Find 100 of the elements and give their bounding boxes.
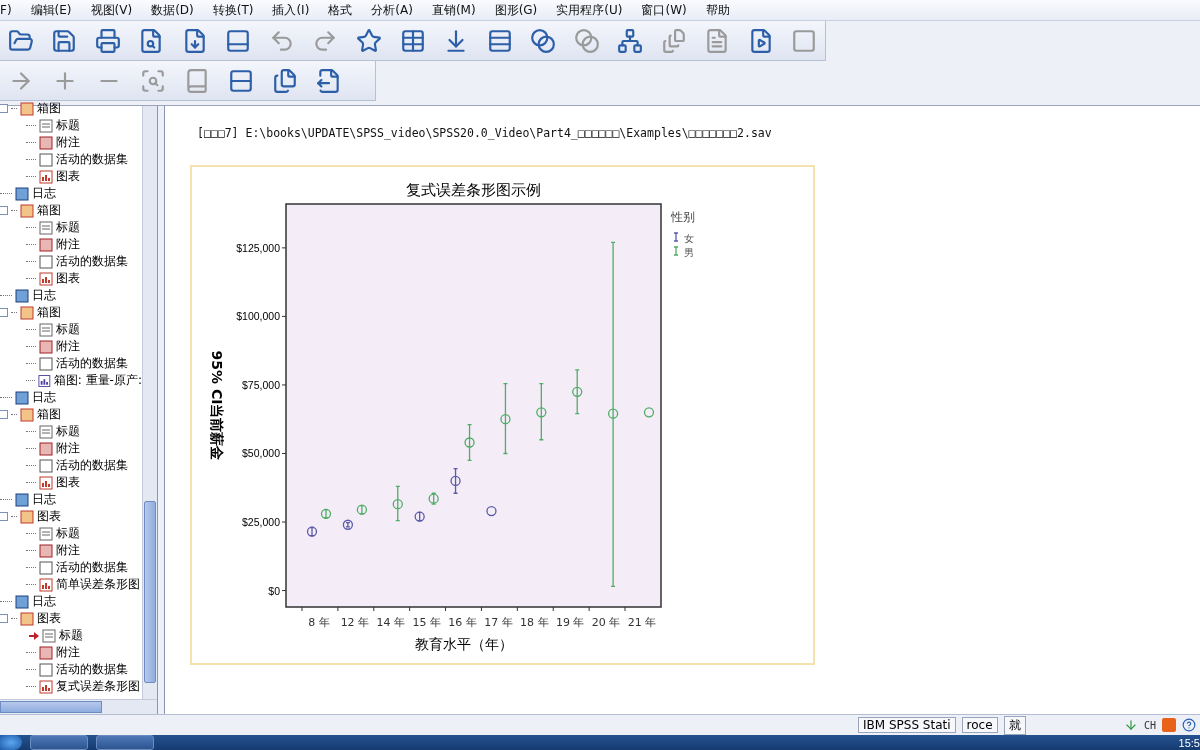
point — [572, 386, 583, 397]
tree-item[interactable]: 日志 — [32, 491, 56, 508]
language-indicator[interactable]: CH — [1143, 719, 1156, 731]
tree-item[interactable]: 日志 — [32, 287, 56, 304]
chart-icon — [38, 373, 51, 388]
tree-item[interactable]: 附注 — [56, 236, 80, 253]
tree-item[interactable]: 箱图 — [37, 304, 61, 321]
tree-item[interactable]: 活动的数据集 — [56, 457, 128, 474]
menu-item[interactable]: 帮助 — [695, 1, 739, 19]
taskbar-button[interactable] — [96, 735, 154, 750]
tree-item[interactable]: 附注 — [56, 542, 80, 559]
data-point — [486, 505, 497, 517]
menu-item[interactable]: 直销(M) — [421, 1, 485, 19]
data-point — [306, 526, 318, 537]
dataset-path: [□□□7] E:\books\UPDATE\SPSS_video\SPSS20.0_Video\Part4_□□□□□□\Examples\□□□□□□□2.sav — [197, 126, 773, 140]
tree-item[interactable]: 复式误差条形图 — [56, 678, 140, 695]
tree-item[interactable]: 日志 — [32, 185, 56, 202]
collapse-toggle[interactable] — [0, 308, 8, 317]
status-text: 就 — [1003, 715, 1026, 735]
y-tick-label: $50,000 — [242, 447, 280, 460]
start-button[interactable] — [0, 735, 22, 750]
tree-item[interactable]: 活动的数据集 — [56, 559, 128, 576]
tree-item[interactable]: 日志 — [32, 593, 56, 610]
tree-item[interactable]: 附注 — [56, 644, 80, 661]
y-tick-label: $0 — [268, 584, 280, 597]
menu-item[interactable]: 图形(G) — [484, 1, 547, 19]
point — [500, 414, 511, 425]
chart-title: 复式误差条形图示例 — [406, 181, 541, 199]
tree-item[interactable]: 图表 — [56, 168, 80, 185]
tree-item[interactable]: 图表 — [37, 610, 61, 627]
tree-item[interactable]: 简单误差条形图 — [56, 576, 140, 593]
data-point — [450, 467, 461, 494]
x-tick-label: 21 年 — [627, 616, 657, 629]
data-point — [356, 504, 368, 515]
y-axis-title: 95% CI当前薪金 — [209, 350, 225, 461]
tree-item[interactable]: 图表 — [56, 474, 80, 491]
tree-item[interactable]: 标题 — [56, 321, 80, 338]
x-tick-label: 16 年 — [448, 616, 477, 629]
menu-item[interactable]: 视图(V) — [80, 1, 142, 19]
data-point — [536, 382, 547, 441]
tree-item[interactable]: 活动的数据集 — [56, 355, 128, 372]
chart-icon — [39, 475, 53, 490]
legend-label: 男 — [684, 247, 694, 258]
clock: 15:5 — [1178, 736, 1200, 749]
tree-item[interactable]: 附注 — [56, 134, 80, 151]
chart-icon — [39, 577, 53, 592]
collapse-toggle[interactable] — [0, 410, 8, 419]
menu-item[interactable]: F) — [0, 3, 21, 17]
y-tick-label: $75,000 — [242, 378, 280, 391]
tree-item[interactable]: 箱图 — [37, 202, 61, 219]
tree-item[interactable]: 箱图: 重量-原产: — [53, 372, 142, 389]
tree-item[interactable]: 活动的数据集 — [56, 661, 128, 678]
tree-item[interactable]: 标题 — [56, 525, 80, 542]
tree-item[interactable]: 标题 — [59, 627, 83, 644]
menu-item[interactable]: 分析(A) — [361, 1, 422, 19]
title-page-icon — [42, 628, 56, 643]
menu-item[interactable]: 格式 — [318, 1, 362, 19]
title-page-icon — [39, 424, 53, 439]
title-page-icon — [39, 118, 53, 133]
tree-item[interactable]: 图表 — [37, 508, 61, 525]
point — [536, 407, 547, 418]
tree-item[interactable]: 活动的数据集 — [56, 151, 128, 168]
point — [607, 408, 619, 419]
menu-item[interactable]: 实用程序(U) — [546, 1, 632, 19]
chart-icon — [39, 271, 53, 286]
collapse-toggle[interactable] — [0, 512, 8, 521]
menu-item[interactable]: 窗口(W) — [631, 1, 696, 19]
data-point — [428, 492, 439, 505]
tree-item[interactable]: 标题 — [56, 117, 80, 134]
menu-item[interactable]: 编辑(E) — [20, 1, 81, 19]
menu-item[interactable]: 转换(T) — [202, 1, 263, 19]
collapse-toggle[interactable] — [0, 104, 8, 113]
horizontal-scrollbar[interactable] — [0, 699, 157, 714]
taskbar-button[interactable] — [30, 735, 88, 750]
tree-item[interactable]: 箱图 — [37, 100, 61, 117]
menu-item[interactable]: 数据(D) — [141, 1, 203, 19]
help-icon[interactable] — [1182, 718, 1196, 732]
title-page-icon — [39, 322, 53, 337]
x-axis-title: 教育水平（年） — [414, 636, 513, 652]
legend-label: 女 — [684, 233, 694, 244]
status-text: IBM SPSS Stati — [858, 717, 956, 733]
tree-item[interactable]: 附注 — [56, 440, 80, 457]
x-tick-label: 20 年 — [591, 616, 621, 629]
tree-item[interactable]: 标题 — [56, 219, 80, 236]
tree-item[interactable]: 图表 — [56, 270, 80, 287]
tree-item[interactable]: 活动的数据集 — [56, 253, 128, 270]
tree-item[interactable]: 标题 — [56, 423, 80, 440]
data-point — [392, 485, 403, 522]
menu-item[interactable]: 插入(I) — [262, 1, 319, 19]
x-tick-label: 12 年 — [340, 616, 370, 629]
collapse-toggle[interactable] — [0, 614, 8, 623]
vertical-scrollbar[interactable] — [142, 106, 157, 699]
tree-item[interactable]: 箱图 — [37, 406, 61, 423]
point — [464, 437, 475, 448]
tree-item[interactable]: 附注 — [56, 338, 80, 355]
tree-item[interactable]: 日志 — [32, 389, 56, 406]
collapse-toggle[interactable] — [0, 206, 8, 215]
point — [392, 499, 403, 510]
data-point — [342, 519, 354, 530]
chart-icon — [39, 679, 53, 694]
